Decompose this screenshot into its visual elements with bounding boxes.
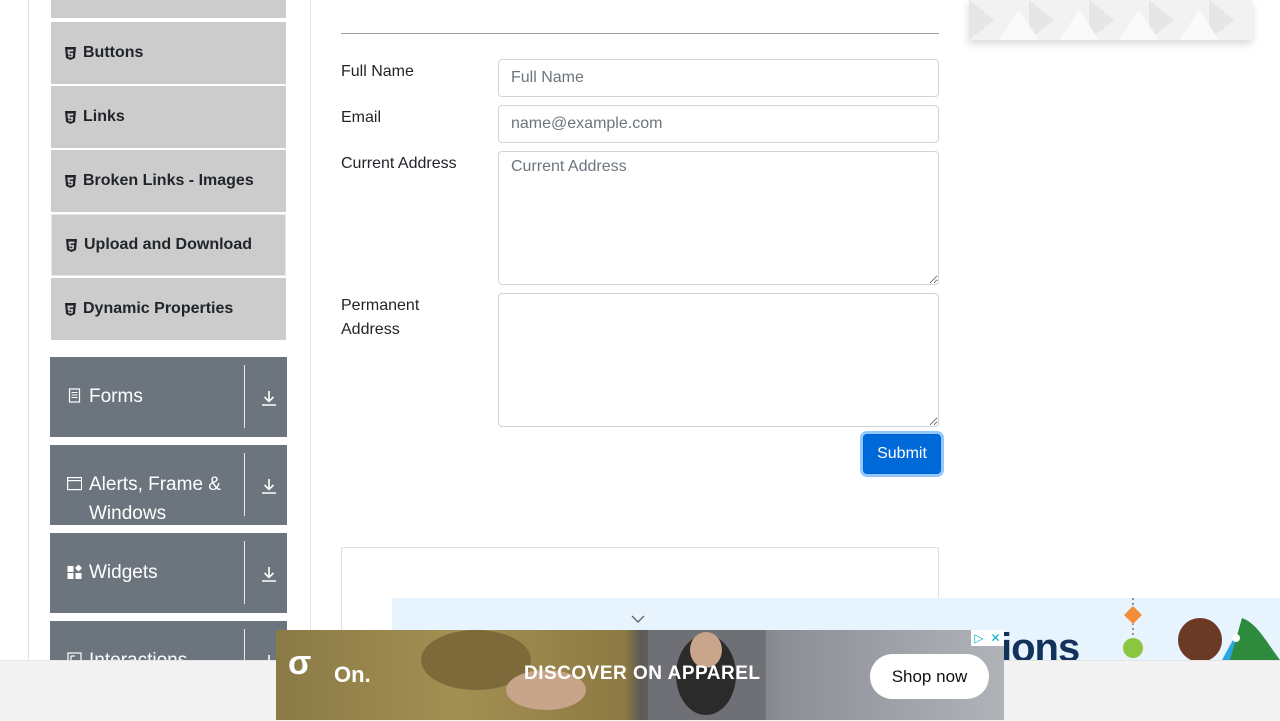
chevron-down-icon[interactable]	[631, 612, 645, 626]
close-icon[interactable]: ✕	[991, 631, 1001, 645]
html5-icon	[65, 46, 76, 60]
sidebar-item-dynamic-properties[interactable]: Dynamic Properties	[51, 278, 286, 340]
ad-card[interactable]	[969, 0, 1252, 40]
full-name-input[interactable]	[498, 59, 939, 97]
window-icon	[67, 476, 83, 491]
shop-now-button[interactable]: Shop now	[870, 654, 989, 699]
full-name-label: Full Name	[341, 63, 414, 80]
widgets-icon	[67, 564, 82, 579]
html5-icon	[65, 110, 76, 124]
sidebar-item-label: Upload and Download	[84, 236, 252, 253]
html5-icon	[66, 238, 77, 252]
sidebar-item-label: Broken Links - Images	[83, 172, 254, 189]
group-divider	[244, 453, 245, 516]
current-address-label: Current Address	[341, 155, 457, 172]
sidebar-group-forms[interactable]: Forms	[50, 357, 287, 437]
sidebar-item-broken-links[interactable]: Broken Links - Images	[51, 150, 286, 212]
on-brand: On.	[334, 662, 371, 687]
sidebar-group-alerts-frame-windows[interactable]: Alerts, Frame & Windows	[50, 445, 287, 525]
form-divider	[341, 33, 939, 34]
download-icon[interactable]	[260, 388, 278, 408]
group-divider	[244, 541, 245, 604]
email-label: Email	[341, 109, 382, 126]
sidebar-item-label: Buttons	[83, 44, 144, 61]
sidebar-item-text-box[interactable]	[51, 0, 286, 18]
group-title: Widgets	[89, 562, 158, 583]
document-icon	[67, 388, 82, 403]
current-address-textarea[interactable]	[498, 151, 939, 285]
html5-icon	[65, 174, 76, 188]
sidebar-right-border	[310, 0, 311, 660]
permanent-address-label: Permanent Address	[341, 297, 420, 338]
sidebar-item-label: Dynamic Properties	[83, 300, 234, 317]
sidebar-item-label: Links	[83, 108, 125, 125]
adchoices-icon[interactable]: ▷	[974, 631, 983, 645]
sidebar-item-links[interactable]: Links	[51, 86, 286, 148]
permanent-address-textarea[interactable]	[498, 293, 939, 427]
ad-choices[interactable]: ▷ ✕	[971, 630, 1004, 646]
ad-headline: DISCOVER ON APPAREL	[524, 663, 761, 684]
on-apparel-ad[interactable]: σ On. DISCOVER ON APPAREL Shop now	[276, 630, 1004, 720]
sidebar-left-border	[28, 0, 29, 660]
download-icon[interactable]	[260, 476, 278, 496]
submit-button[interactable]: Submit	[863, 434, 941, 474]
sidebar-item-upload-download[interactable]: Upload and Download	[51, 214, 286, 276]
email-input[interactable]	[498, 105, 939, 143]
sidebar-item-buttons[interactable]: Buttons	[51, 22, 286, 84]
on-logo: σ	[288, 644, 312, 682]
ad-pattern-image	[969, 0, 1234, 40]
group-title: Alerts, Frame & Windows	[89, 474, 221, 524]
sidebar-group-widgets[interactable]: Widgets	[50, 533, 287, 613]
group-title: Forms	[89, 386, 143, 407]
html5-icon	[65, 302, 76, 316]
download-icon[interactable]	[260, 564, 278, 584]
group-divider	[244, 365, 245, 428]
banner-text: ions	[1001, 626, 1080, 660]
banner-graphic	[1123, 598, 1280, 660]
